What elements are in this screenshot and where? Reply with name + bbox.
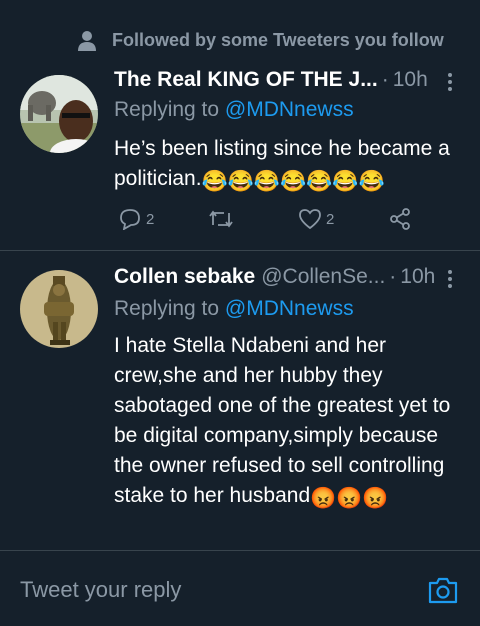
more-options-icon[interactable]: [440, 267, 460, 289]
tweet-text: I hate Stella Ndabeni and her crew,she a…: [114, 331, 464, 514]
more-options-icon[interactable]: [440, 70, 460, 92]
retweet-button[interactable]: [208, 207, 298, 231]
person-icon: [78, 30, 96, 51]
timestamp[interactable]: 10h: [393, 68, 428, 92]
mention-link[interactable]: @MDNnewss: [225, 297, 354, 320]
reply-icon: [120, 209, 140, 230]
replying-to: Replying to @MDNnewss: [114, 297, 354, 321]
social-context-text: Followed by some Tweeters you follow: [112, 30, 444, 50]
avatar[interactable]: [20, 75, 98, 153]
avatar[interactable]: [20, 270, 98, 348]
tweet-reply-input[interactable]: [20, 577, 400, 603]
share-icon: [390, 208, 410, 230]
mention-link[interactable]: @MDNnewss: [225, 98, 354, 121]
like-button[interactable]: 2: [298, 207, 388, 231]
display-name[interactable]: Collen sebake: [114, 265, 255, 289]
tweet-text: He’s been listing since he became a poli…: [114, 134, 464, 197]
reply-compose-bar: [0, 550, 480, 626]
replying-prefix: Replying to: [114, 297, 225, 320]
reply-count: 2: [146, 210, 155, 228]
retweet-icon: [209, 210, 233, 228]
tweet-header: Collen sebake @CollenSe... · 10h: [114, 265, 460, 289]
tweet-emoji: 😡😡😡: [310, 487, 389, 510]
tweet-actions: 2 2: [118, 207, 418, 231]
camera-button[interactable]: [426, 573, 460, 607]
display-name[interactable]: The Real KING OF THE J...: [114, 68, 378, 92]
separator-dot: ·: [381, 68, 389, 91]
timestamp[interactable]: 10h: [400, 265, 435, 289]
social-context: Followed by some Tweeters you follow: [78, 30, 444, 51]
tweet-header: The Real KING OF THE J... · 10h: [114, 68, 460, 92]
divider: [0, 250, 480, 251]
username[interactable]: @CollenSe...: [261, 265, 385, 289]
tweet-emoji: 😂😂😂😂😂😂😂: [201, 170, 385, 193]
reply-button[interactable]: 2: [118, 207, 208, 231]
separator-dot: ·: [389, 265, 397, 288]
tweet-body: I hate Stella Ndabeni and her crew,she a…: [114, 334, 451, 507]
share-button[interactable]: [388, 207, 412, 231]
replying-prefix: Replying to: [114, 98, 225, 121]
heart-icon: [299, 209, 321, 230]
like-count: 2: [326, 210, 335, 228]
camera-icon: [428, 577, 458, 604]
replying-to: Replying to @MDNnewss: [114, 98, 354, 122]
